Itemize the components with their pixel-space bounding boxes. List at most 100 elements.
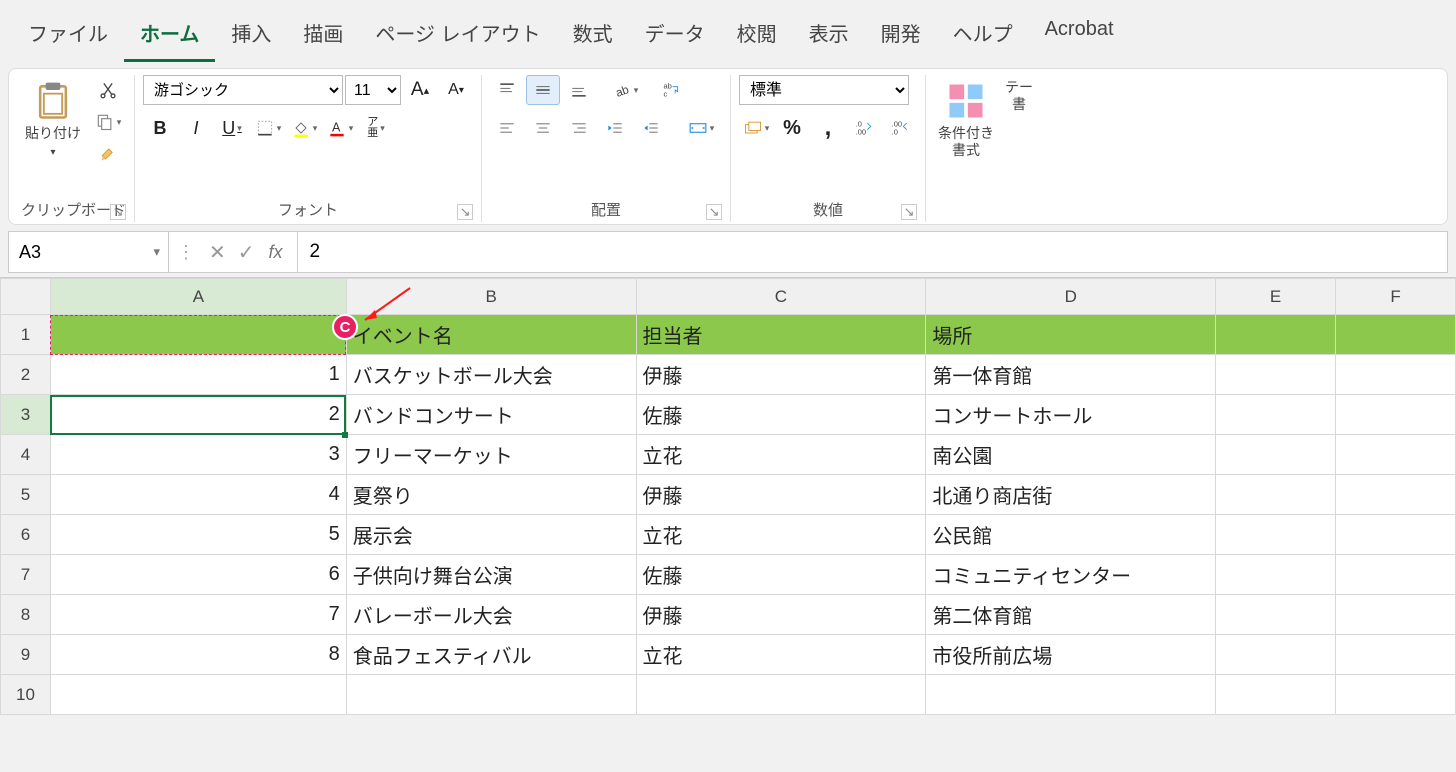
decrease-font-button[interactable]: A▾ xyxy=(439,75,473,105)
paste-button[interactable]: 貼り付け▾ xyxy=(21,75,85,163)
col-header-E[interactable]: E xyxy=(1216,279,1336,315)
row-header[interactable]: 3 xyxy=(1,395,51,435)
tab-校閲[interactable]: 校閲 xyxy=(721,8,793,62)
cell[interactable] xyxy=(1336,675,1456,715)
bold-button[interactable]: B xyxy=(143,113,177,143)
cell[interactable]: 場所 xyxy=(926,315,1216,355)
decrease-indent-button[interactable] xyxy=(598,113,632,143)
cell[interactable] xyxy=(346,675,636,715)
tab-ページ レイアウト[interactable]: ページ レイアウト xyxy=(359,8,556,62)
cell[interactable] xyxy=(1216,435,1336,475)
cell[interactable]: 立花 xyxy=(636,515,926,555)
cell[interactable]: 伊藤 xyxy=(636,355,926,395)
cell[interactable]: 担当者 xyxy=(636,315,926,355)
align-launcher[interactable]: ↘ xyxy=(706,204,722,220)
fill-handle[interactable] xyxy=(342,432,348,438)
cell[interactable] xyxy=(1336,595,1456,635)
cell[interactable] xyxy=(1336,395,1456,435)
cell[interactable] xyxy=(1216,635,1336,675)
font-name-select[interactable]: 游ゴシック xyxy=(143,75,343,105)
row-header[interactable]: 9 xyxy=(1,635,51,675)
cell[interactable]: 8 xyxy=(50,635,346,675)
decrease-decimal-button[interactable]: .00.0 xyxy=(883,113,917,143)
cell[interactable] xyxy=(1216,475,1336,515)
cell[interactable] xyxy=(926,675,1216,715)
select-all-corner[interactable] xyxy=(1,279,51,315)
cell[interactable]: 伊藤 xyxy=(636,475,926,515)
cell[interactable] xyxy=(1336,435,1456,475)
number-format-select[interactable]: 標準 xyxy=(739,75,909,105)
cell[interactable]: バンドコンサート xyxy=(346,395,636,435)
cell[interactable] xyxy=(1216,595,1336,635)
comma-button[interactable]: , xyxy=(811,113,845,143)
cell[interactable]: 北通り商店街 xyxy=(926,475,1216,515)
cell[interactable]: 食品フェスティバル xyxy=(346,635,636,675)
cancel-icon[interactable]: ✕ xyxy=(203,240,232,265)
cell[interactable]: バレーボール大会 xyxy=(346,595,636,635)
cell[interactable] xyxy=(1336,475,1456,515)
row-header[interactable]: 6 xyxy=(1,515,51,555)
fill-color-button[interactable]: ▾ xyxy=(287,113,321,143)
tab-挿入[interactable]: 挿入 xyxy=(215,8,287,62)
clipboard-launcher[interactable]: ↘ xyxy=(110,204,126,220)
cell[interactable]: 子供向け舞台公演 xyxy=(346,555,636,595)
cell[interactable] xyxy=(1216,555,1336,595)
row-header[interactable]: 2 xyxy=(1,355,51,395)
italic-button[interactable]: I xyxy=(179,113,213,143)
cell[interactable]: 夏祭り xyxy=(346,475,636,515)
merge-center-button[interactable]: ▾ xyxy=(680,113,722,143)
table-format-button[interactable]: テー 書 xyxy=(1004,75,1034,117)
cell[interactable]: 2 xyxy=(50,395,346,435)
tab-ヘルプ[interactable]: ヘルプ xyxy=(937,8,1029,62)
row-header[interactable]: 8 xyxy=(1,595,51,635)
row-header[interactable]: 7 xyxy=(1,555,51,595)
conditional-format-button[interactable]: 条件付き 書式 xyxy=(934,75,998,163)
cell[interactable] xyxy=(1336,515,1456,555)
col-header-C[interactable]: C xyxy=(636,279,926,315)
cell[interactable]: コミュニティセンター xyxy=(926,555,1216,595)
col-header-F[interactable]: F xyxy=(1336,279,1456,315)
cell[interactable]: 佐藤 xyxy=(636,555,926,595)
font-size-select[interactable]: 11 xyxy=(345,75,401,105)
cell[interactable]: 南公園 xyxy=(926,435,1216,475)
tab-数式[interactable]: 数式 xyxy=(557,8,629,62)
tab-ファイル[interactable]: ファイル xyxy=(12,8,124,62)
cell[interactable] xyxy=(1336,635,1456,675)
fx-icon[interactable]: fx xyxy=(261,242,291,263)
cell[interactable]: 立花 xyxy=(636,435,926,475)
cell[interactable] xyxy=(1216,515,1336,555)
cell[interactable] xyxy=(1216,355,1336,395)
row-header[interactable]: 10 xyxy=(1,675,51,715)
col-header-D[interactable]: D xyxy=(926,279,1216,315)
name-box[interactable]: ▾ xyxy=(9,232,169,272)
cell[interactable]: 4 xyxy=(50,475,346,515)
tab-表示[interactable]: 表示 xyxy=(793,8,865,62)
cell[interactable]: コンサートホール xyxy=(926,395,1216,435)
align-left-button[interactable] xyxy=(490,113,524,143)
increase-indent-button[interactable] xyxy=(634,113,668,143)
font-launcher[interactable]: ↘ xyxy=(457,204,473,220)
tab-Acrobat[interactable]: Acrobat xyxy=(1029,8,1130,62)
wrap-text-button[interactable]: abc xyxy=(654,75,688,105)
cell[interactable]: 5 xyxy=(50,515,346,555)
align-center-button[interactable] xyxy=(526,113,560,143)
cell[interactable] xyxy=(50,675,346,715)
currency-button[interactable]: ▾ xyxy=(739,113,773,143)
cell[interactable]: バスケットボール大会 xyxy=(346,355,636,395)
name-box-dropdown[interactable]: ▾ xyxy=(145,244,168,260)
formula-input[interactable] xyxy=(297,232,1447,272)
row-header[interactable]: 4 xyxy=(1,435,51,475)
cell[interactable]: 6 xyxy=(50,555,346,595)
cell[interactable]: 市役所前広場 xyxy=(926,635,1216,675)
row-header[interactable]: 1 xyxy=(1,315,51,355)
cell[interactable]: 立花 xyxy=(636,635,926,675)
cell[interactable] xyxy=(1216,395,1336,435)
cell[interactable]: 第一体育館 xyxy=(926,355,1216,395)
align-bottom-button[interactable] xyxy=(562,75,596,105)
percent-button[interactable]: % xyxy=(775,113,809,143)
format-painter-button[interactable] xyxy=(91,139,125,169)
tab-ホーム[interactable]: ホーム xyxy=(124,8,215,62)
row-header[interactable]: 5 xyxy=(1,475,51,515)
cell[interactable]: 伊藤 xyxy=(636,595,926,635)
cell[interactable] xyxy=(1336,355,1456,395)
